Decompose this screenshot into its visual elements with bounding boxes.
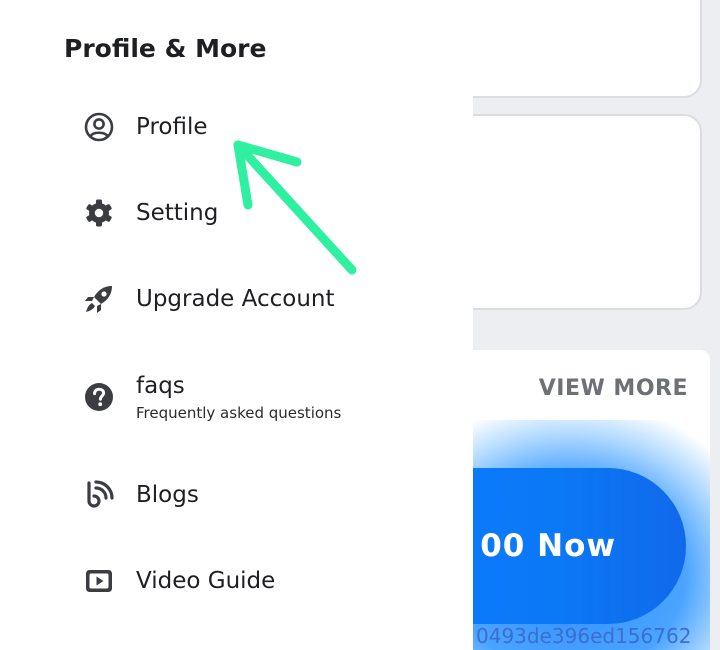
question-circle-icon xyxy=(80,378,118,416)
user-circle-icon xyxy=(80,108,118,146)
menu-item-label: Profile xyxy=(136,114,208,140)
menu-item-video-guide[interactable]: Video Guide xyxy=(80,551,275,611)
gear-icon xyxy=(80,194,118,232)
menu-item-sublabel: Frequently asked questions xyxy=(136,403,342,422)
hash-text: 0493de396ed156762 xyxy=(476,624,692,648)
blog-icon xyxy=(80,476,118,514)
menu-item-faqs[interactable]: faqs Frequently asked questions xyxy=(80,367,341,427)
menu-item-label: faqs xyxy=(136,372,185,399)
view-more-link[interactable]: VIEW MORE xyxy=(539,376,688,401)
rocket-icon xyxy=(80,280,118,318)
menu-item-setting[interactable]: Setting xyxy=(80,183,218,243)
menu-item-profile[interactable]: Profile xyxy=(80,97,208,157)
drawer-title: Profile & More xyxy=(64,34,267,63)
menu-item-upgrade-account[interactable]: Upgrade Account xyxy=(80,269,335,329)
menu-item-label: Video Guide xyxy=(136,568,276,594)
navigation-drawer: Profile & More Profile Setting Upgrade A… xyxy=(0,0,473,650)
menu-item-label: Upgrade Account xyxy=(136,286,335,312)
youtube-icon xyxy=(80,562,118,600)
menu-item-blogs[interactable]: Blogs xyxy=(80,465,199,525)
menu-item-label: Blogs xyxy=(136,482,199,508)
menu-item-label: Setting xyxy=(136,200,219,226)
